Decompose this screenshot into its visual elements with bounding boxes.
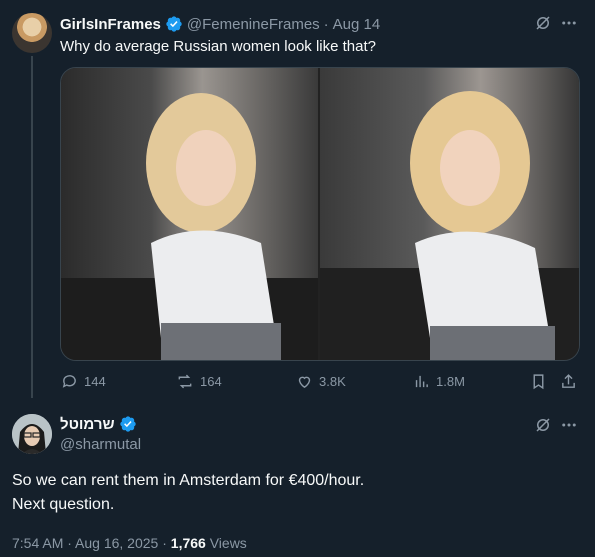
main-author-handle[interactable]: @sharmutal (60, 436, 141, 453)
more-options-icon[interactable] (559, 415, 579, 435)
grok-icon[interactable] (533, 415, 553, 435)
reply-count: 144 (84, 373, 106, 389)
views-count: 1.8M (436, 373, 465, 389)
author-handle[interactable]: @FemenineFrames (187, 16, 320, 33)
author-display-name[interactable]: GirlsInFrames (60, 16, 161, 33)
verified-badge-icon (165, 15, 183, 33)
grok-icon[interactable] (533, 13, 553, 33)
repost-count: 164 (200, 373, 222, 389)
author-avatar[interactable] (12, 13, 52, 53)
repost-icon (178, 374, 192, 388)
main-post-text-line1: So we can rent them in Amsterdam for €40… (12, 472, 365, 489)
main-author-display-name[interactable]: שרמוטל (60, 416, 115, 433)
post-views-count: 1,766 (170, 535, 206, 551)
heart-icon (298, 376, 311, 388)
header-separator: · (323, 15, 329, 33)
like-button[interactable]: 3.8K (296, 372, 346, 390)
views-chart-icon (415, 375, 428, 387)
reply-button[interactable]: 144 (61, 372, 106, 390)
post-text: Why do average Russian women look like t… (60, 38, 376, 55)
repost-button[interactable]: 164 (176, 372, 222, 390)
bookmark-icon[interactable] (529, 372, 547, 390)
post-timestamp[interactable]: 7:54 AM · Aug 16, 2025 · (12, 535, 171, 551)
post-header: GirlsInFrames @FemenineFrames · Aug 14 (60, 14, 380, 34)
post-meta: 7:54 AM · Aug 16, 2025 · 1,766 Views (12, 535, 247, 551)
main-post-text-line2: Next question. (12, 496, 115, 513)
main-post-header: שרמוטל (60, 415, 137, 433)
post-date[interactable]: Aug 14 (333, 16, 381, 33)
more-options-icon[interactable] (559, 13, 579, 33)
media-photo-right[interactable] (320, 68, 579, 360)
thread-connector-line (31, 56, 33, 398)
views-button[interactable]: 1.8M (413, 372, 465, 390)
media-photo-left[interactable] (61, 68, 318, 360)
share-icon[interactable] (559, 372, 577, 390)
like-count: 3.8K (319, 373, 346, 389)
post-views-label: Views (205, 535, 247, 551)
main-author-avatar[interactable] (12, 414, 52, 454)
reply-icon (62, 374, 76, 388)
post-media-grid (60, 67, 580, 361)
verified-badge-icon (119, 415, 137, 433)
